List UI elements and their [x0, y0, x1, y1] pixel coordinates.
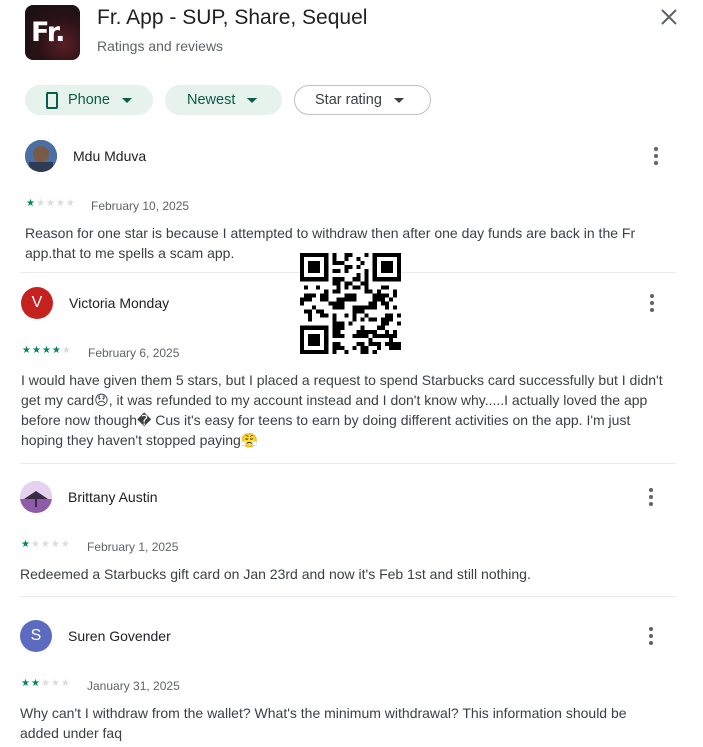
- app-icon: Fr.: [25, 5, 80, 60]
- avatar: [20, 481, 52, 513]
- reviewer-name: Mdu Mduva: [73, 148, 147, 164]
- avatar-letter: V: [31, 294, 43, 311]
- star-rating: ★ ★ ★ ★ ★: [26, 199, 75, 209]
- more-options-button[interactable]: [641, 486, 661, 508]
- star-icon: ★: [31, 345, 41, 356]
- star-icon: ★: [40, 678, 50, 689]
- app-title: Fr. App - SUP, Share, Sequel: [97, 6, 368, 29]
- star-icon: ★: [41, 345, 51, 356]
- chevron-down-icon: [121, 97, 132, 103]
- star-icon: ★: [30, 539, 40, 550]
- close-icon: [661, 9, 677, 25]
- avatar: V: [21, 287, 53, 319]
- star-rating: ★ ★ ★ ★ ★: [22, 346, 71, 356]
- more-options-button[interactable]: [646, 145, 666, 167]
- chevron-down-icon: [393, 97, 404, 103]
- filter-bar: Phone Newest Star rating: [0, 85, 703, 117]
- review-date: February 6, 2025: [88, 346, 180, 360]
- review-text: Redeemed a Starbucks gift card on Jan 23…: [20, 566, 531, 582]
- review-date: January 31, 2025: [87, 679, 180, 693]
- reviewer-name: Brittany Austin: [68, 489, 158, 505]
- star-icon: ★: [60, 539, 70, 550]
- device-filter-label: Phone: [68, 92, 110, 108]
- star-icon: ★: [60, 678, 70, 689]
- app-icon-text: Fr.: [31, 17, 65, 48]
- app-subtitle: Ratings and reviews: [97, 38, 224, 54]
- divider: [20, 463, 676, 464]
- header: Fr. Fr. App - SUP, Share, Sequel Ratings…: [0, 0, 703, 75]
- review-date: February 1, 2025: [87, 540, 179, 554]
- avatar-letter: S: [30, 627, 42, 644]
- avatar: [25, 140, 57, 172]
- sort-filter-label: Newest: [187, 92, 236, 108]
- device-filter-chip[interactable]: Phone: [25, 85, 153, 115]
- star-rating-filter-chip[interactable]: Star rating: [294, 85, 431, 115]
- star-icon: ★: [40, 539, 50, 550]
- star-icon: ★: [26, 198, 35, 209]
- star-icon: ★: [45, 198, 55, 209]
- review-text: Why can't I withdraw from the wallet? Wh…: [20, 705, 627, 741]
- star-icon: ★: [35, 198, 45, 209]
- qr-code-image: [300, 253, 401, 354]
- more-options-button[interactable]: [641, 625, 661, 647]
- star-icon: ★: [65, 198, 75, 209]
- star-icon: ★: [21, 539, 30, 550]
- avatar-photo: [20, 481, 52, 513]
- star-icon: ★: [51, 345, 61, 356]
- star-rating: ★ ★ ★ ★ ★: [21, 679, 70, 689]
- qr-code: [300, 253, 401, 354]
- star-icon: ★: [55, 198, 65, 209]
- more-options-button[interactable]: [642, 292, 662, 314]
- star-icon: ★: [50, 678, 60, 689]
- reviewer-name: Suren Govender: [68, 628, 171, 644]
- star-icon: ★: [30, 678, 40, 689]
- star-icon: ★: [22, 345, 31, 356]
- phone-icon: [46, 91, 58, 109]
- star-icon: ★: [21, 678, 30, 689]
- close-button[interactable]: [654, 2, 684, 32]
- star-icon: ★: [61, 345, 71, 356]
- star-rating-filter-label: Star rating: [315, 92, 382, 108]
- avatar: S: [20, 620, 52, 652]
- reviewer-name: Victoria Monday: [69, 295, 170, 311]
- chevron-down-icon: [247, 97, 258, 103]
- sort-filter-chip[interactable]: Newest: [165, 85, 282, 115]
- review-text: I would have given them 5 stars, but I p…: [21, 372, 663, 448]
- avatar-photo: [25, 140, 57, 172]
- divider: [20, 596, 676, 597]
- star-rating: ★ ★ ★ ★ ★: [21, 540, 70, 550]
- review-date: February 10, 2025: [91, 199, 190, 213]
- star-icon: ★: [50, 539, 60, 550]
